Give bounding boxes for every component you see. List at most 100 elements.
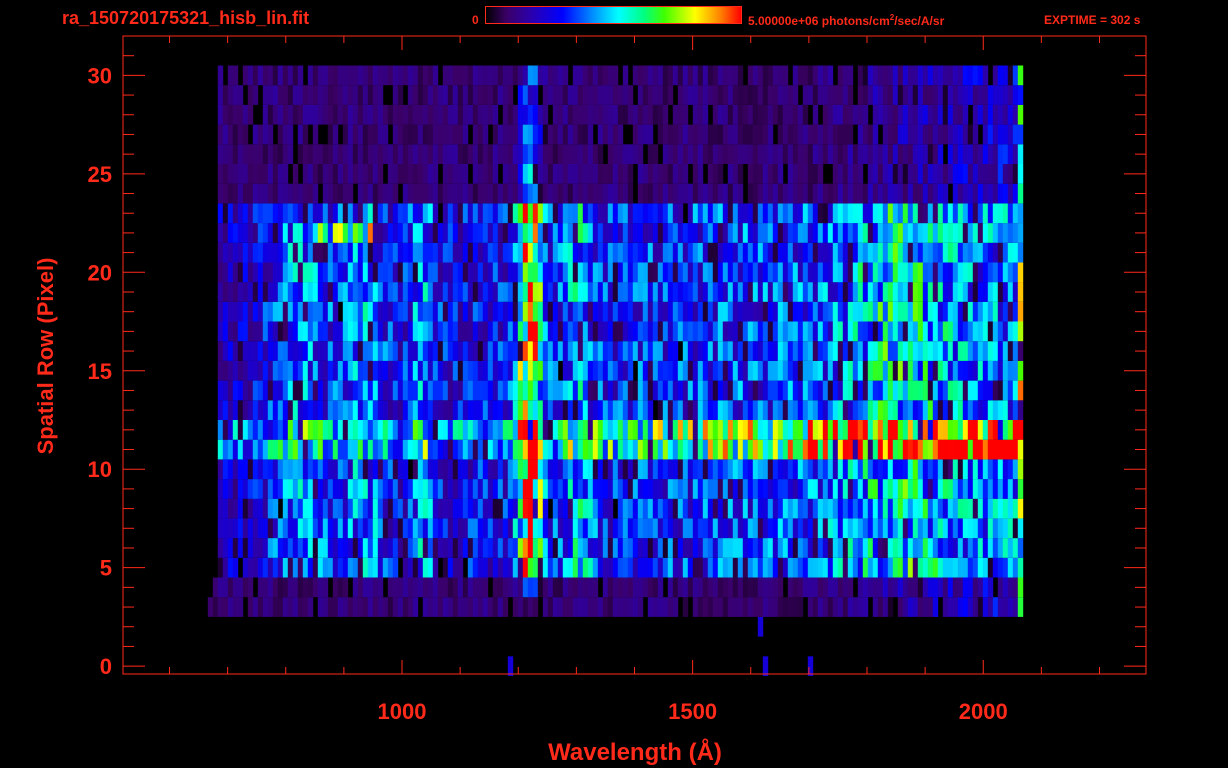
heatmap-cell: [602, 223, 609, 243]
heatmap-cell: [812, 65, 819, 86]
heatmap-cell: [447, 597, 454, 617]
heatmap-cell: [612, 183, 619, 204]
heatmap-cell: [857, 124, 864, 145]
heatmap-cell: [797, 400, 804, 420]
heatmap-cell: [847, 538, 854, 558]
heatmap-cell: [782, 124, 789, 145]
heatmap-cell: [417, 85, 424, 105]
heatmap-cell: [597, 321, 604, 342]
heatmap-cell: [537, 360, 544, 381]
heatmap-cell: [352, 439, 359, 460]
heatmap-cell: [822, 360, 829, 381]
heatmap-cell: [482, 518, 489, 539]
heatmap-cell: [782, 380, 789, 401]
heatmap-cell: [787, 223, 794, 243]
heatmap-cell: [897, 321, 904, 342]
heatmap-cell: [342, 360, 349, 381]
heatmap-cell: [792, 321, 799, 342]
heatmap-cell: [462, 262, 469, 283]
heatmap-cell: [322, 341, 329, 361]
heatmap-cell: [802, 518, 809, 539]
heatmap-cell: [967, 341, 974, 361]
heatmap-cell: [987, 459, 994, 480]
heatmap-cell: [637, 104, 644, 125]
heatmap-cell: [777, 183, 784, 204]
heatmap-cell: [512, 538, 519, 558]
heatmap-cell: [902, 380, 909, 401]
heatmap-cell: [477, 577, 484, 598]
heatmap-cell: [827, 262, 834, 283]
heatmap-cell: [702, 144, 709, 164]
heatmap-cell: [607, 479, 614, 499]
heatmap-cell: [492, 439, 499, 460]
heatmap-cell: [367, 597, 374, 617]
heatmap-cell: [947, 282, 954, 302]
heatmap-cell: [492, 124, 499, 145]
heatmap-cell: [667, 301, 674, 322]
heatmap-cell: [932, 223, 939, 243]
heatmap-cell: [607, 183, 614, 204]
heatmap-cell: [967, 577, 974, 598]
heatmap-cell: [562, 557, 569, 578]
heatmap-cell: [727, 479, 734, 499]
heatmap-cell: [1017, 577, 1024, 598]
heatmap-cell: [632, 420, 639, 440]
heatmap-cell: [497, 360, 504, 381]
heatmap-cell: [372, 124, 379, 145]
heatmap-cell: [1012, 380, 1019, 401]
heatmap-cell: [502, 341, 509, 361]
heatmap-cell: [522, 577, 529, 598]
heatmap-cell: [562, 124, 569, 145]
heatmap-cell: [427, 459, 434, 480]
heatmap-cell: [652, 479, 659, 499]
heatmap-cell: [922, 65, 929, 86]
heatmap-cell: [572, 223, 579, 243]
heatmap-cell: [387, 420, 394, 440]
heatmap-cell: [957, 360, 964, 381]
heatmap-cell: [702, 538, 709, 558]
heatmap-cell: [862, 104, 869, 125]
heatmap-cell: [232, 262, 239, 283]
heatmap-cell: [987, 518, 994, 539]
heatmap-cell: [797, 360, 804, 381]
heatmap-cell: [297, 380, 304, 401]
heatmap-cell: [622, 518, 629, 539]
heatmap-cell: [877, 439, 884, 460]
heatmap-cell: [387, 282, 394, 302]
heatmap-cell: [767, 124, 774, 145]
heatmap-cell: [982, 380, 989, 401]
heatmap-cell: [557, 223, 564, 243]
heatmap-cell: [857, 262, 864, 283]
heatmap-cell: [422, 282, 429, 302]
heatmap-cell: [482, 400, 489, 420]
heatmap-cell: [797, 557, 804, 578]
heatmap-cell: [312, 104, 319, 125]
heatmap-cell: [677, 479, 684, 499]
heatmap-cell: [567, 459, 574, 480]
heatmap-cell: [567, 85, 574, 105]
heatmap-cell: [907, 321, 914, 342]
heatmap-cell: [922, 439, 929, 460]
heatmap-cell: [992, 65, 999, 86]
heatmap-cell: [427, 282, 434, 302]
heatmap-cell: [752, 203, 759, 224]
heatmap-cell: [722, 439, 729, 460]
heatmap-cell: [687, 203, 694, 224]
heatmap-cell: [267, 518, 274, 539]
heatmap-cell: [567, 557, 574, 578]
heatmap-cell: [452, 341, 459, 361]
heatmap-cell: [692, 498, 699, 519]
heatmap-cell: [867, 498, 874, 519]
heatmap-cell: [792, 85, 799, 105]
heatmap-cell: [262, 65, 269, 86]
heatmap-cell: [797, 380, 804, 401]
heatmap-cell: [582, 597, 589, 617]
heatmap-cell: [692, 420, 699, 440]
heatmap-cell: [742, 538, 749, 558]
heatmap-cell: [797, 301, 804, 322]
heatmap-cell: [867, 301, 874, 322]
heatmap-cell: [547, 518, 554, 539]
heatmap-cell: [377, 597, 384, 617]
heatmap-cell: [477, 321, 484, 342]
heatmap-cell: [592, 223, 599, 243]
